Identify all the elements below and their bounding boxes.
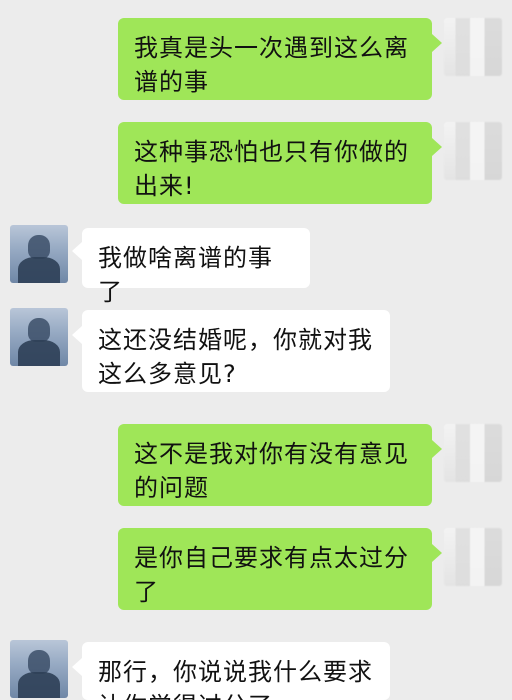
contact-avatar[interactable]: [10, 640, 68, 698]
bubble-tail: [432, 138, 442, 156]
message-bubble-other[interactable]: 这还没结婚呢，你就对我这么多意见?: [82, 310, 390, 392]
message-bubble-other[interactable]: 那行，你说说我什么要求让你觉得过分了: [82, 642, 390, 700]
self-avatar[interactable]: [444, 122, 502, 180]
self-avatar[interactable]: [444, 528, 502, 586]
message-bubble-self[interactable]: 这种事恐怕也只有你做的出来!: [118, 122, 432, 204]
bubble-tail: [432, 544, 442, 562]
contact-avatar[interactable]: [10, 225, 68, 283]
message-text: 这还没结婚呢，你就对我这么多意见?: [98, 326, 373, 388]
message-text: 这不是我对你有没有意见的问题: [134, 440, 409, 502]
message-text: 是你自己要求有点太过分了: [134, 544, 409, 606]
self-avatar[interactable]: [444, 424, 502, 482]
chat-area: 我真是头一次遇到这么离谱的事 这种事恐怕也只有你做的出来! 我做啥离谱的事了 这…: [0, 0, 512, 700]
bubble-tail: [72, 242, 82, 260]
message-bubble-self[interactable]: 是你自己要求有点太过分了: [118, 528, 432, 610]
message-text: 那行，你说说我什么要求让你觉得过分了: [98, 658, 373, 700]
bubble-tail: [432, 34, 442, 52]
self-avatar[interactable]: [444, 18, 502, 76]
message-text: 这种事恐怕也只有你做的出来!: [134, 138, 409, 200]
bubble-tail: [72, 326, 82, 344]
message-text: 我做啥离谱的事了: [98, 244, 273, 306]
message-bubble-other[interactable]: 我做啥离谱的事了: [82, 228, 310, 306]
message-bubble-self[interactable]: 这不是我对你有没有意见的问题: [118, 424, 432, 506]
contact-avatar[interactable]: [10, 308, 68, 366]
bubble-tail: [72, 658, 82, 676]
message-bubble-self[interactable]: 我真是头一次遇到这么离谱的事: [118, 18, 432, 100]
bubble-tail: [432, 440, 442, 458]
message-text: 我真是头一次遇到这么离谱的事: [134, 34, 409, 96]
